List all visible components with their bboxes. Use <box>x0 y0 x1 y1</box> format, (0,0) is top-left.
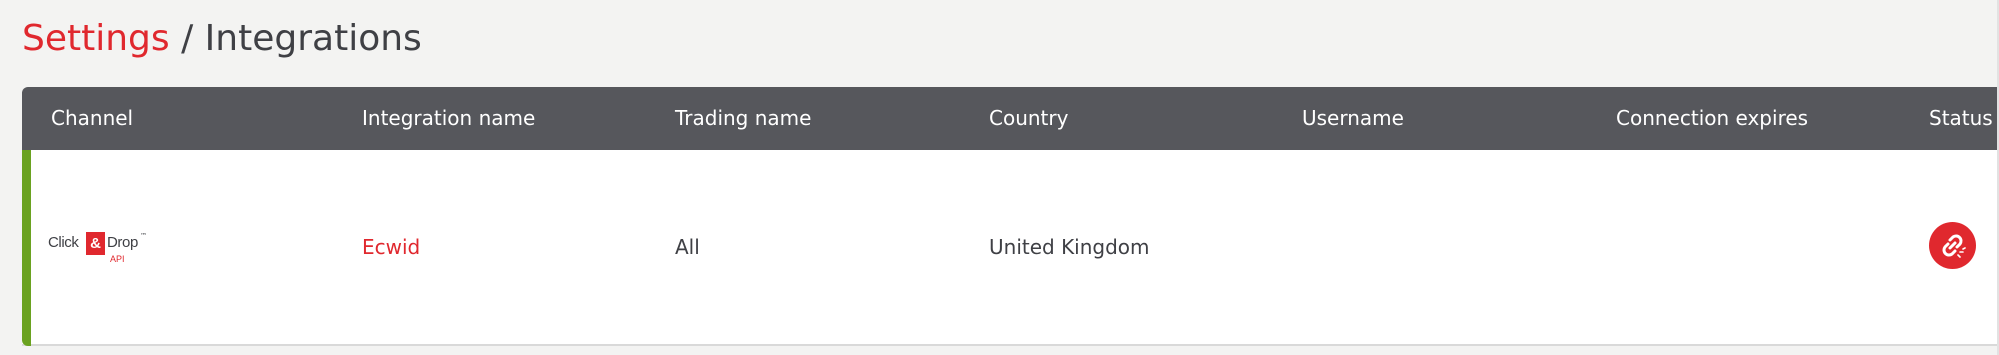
logo-text-click: Click <box>48 234 79 251</box>
integration-name-link[interactable]: Ecwid <box>362 150 420 344</box>
breadcrumb: Settings / Integrations <box>22 16 422 62</box>
logo-trademark: ™ <box>140 232 147 240</box>
column-header-username: Username <box>1302 106 1404 130</box>
column-header-channel: Channel <box>51 106 134 130</box>
column-header-status: Status <box>1929 106 1993 130</box>
logo-ampersand: & <box>86 232 105 255</box>
column-header-trading-name: Trading name <box>675 106 812 130</box>
status-disconnected-button[interactable] <box>1929 222 1976 269</box>
breadcrumb-settings-link[interactable]: Settings <box>22 18 170 59</box>
logo-api-label: API <box>110 254 125 264</box>
broken-link-icon <box>1942 234 1966 258</box>
trading-name-cell: All <box>675 235 700 259</box>
click-and-drop-api-logo: Click & Drop ™ API <box>48 232 148 266</box>
column-header-connection-expires: Connection expires <box>1616 106 1809 130</box>
row-status-accent <box>22 150 31 346</box>
column-header-integration-name: Integration name <box>362 106 536 130</box>
logo-text-drop: Drop <box>107 234 138 251</box>
table-header: Channel Integration name Trading name Co… <box>22 87 1999 150</box>
integrations-page: Settings / Integrations Channel Integrat… <box>0 0 1999 355</box>
page-title: Integrations <box>204 18 422 59</box>
column-header-country: Country <box>989 106 1069 130</box>
table-row[interactable]: Click & Drop ™ API Ecwid All United King… <box>22 150 1999 346</box>
country-cell: United Kingdom <box>989 235 1150 259</box>
integrations-table: Channel Integration name Trading name Co… <box>22 87 1999 346</box>
breadcrumb-separator: / <box>169 18 205 59</box>
